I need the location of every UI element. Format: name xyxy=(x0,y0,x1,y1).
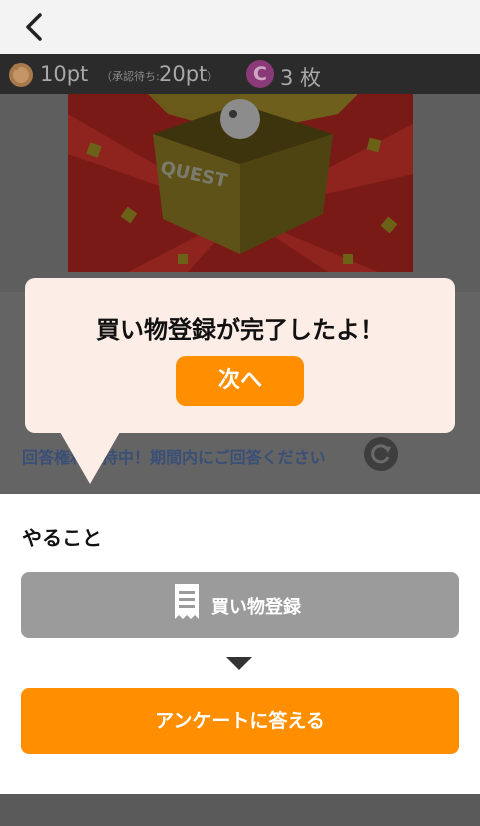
piggy-bank-icon xyxy=(9,63,33,87)
shopping-register-label: 買い物登録 xyxy=(211,597,301,618)
popup-tail xyxy=(60,432,120,484)
popup-title: 買い物登録が完了したよ！ xyxy=(96,316,384,344)
chevron-left-icon[interactable] xyxy=(18,10,52,44)
pending-close: ） xyxy=(207,70,218,83)
points-bar: 10pt （承認待ち: 20pt ） 3 枚 xyxy=(0,54,480,94)
pending-label: （承認待ち: xyxy=(101,70,160,83)
quest-hero-image: QUEST xyxy=(68,94,413,272)
triangle-down-icon xyxy=(226,657,252,670)
current-points: 10pt xyxy=(40,62,89,86)
next-button[interactable]: 次へ xyxy=(176,356,304,406)
footer-bar xyxy=(0,794,480,826)
refresh-icon[interactable] xyxy=(364,437,398,471)
receipt-icon xyxy=(175,584,199,619)
refresh-glyph xyxy=(371,444,391,464)
pending-points: 20pt xyxy=(159,62,208,86)
coin-c-icon: C xyxy=(246,60,274,88)
answer-survey-button[interactable]: アンケートに答える xyxy=(21,688,459,754)
top-bar xyxy=(0,0,480,54)
ticket-count: 3 枚 xyxy=(280,66,322,90)
todo-title: やること xyxy=(22,526,102,550)
